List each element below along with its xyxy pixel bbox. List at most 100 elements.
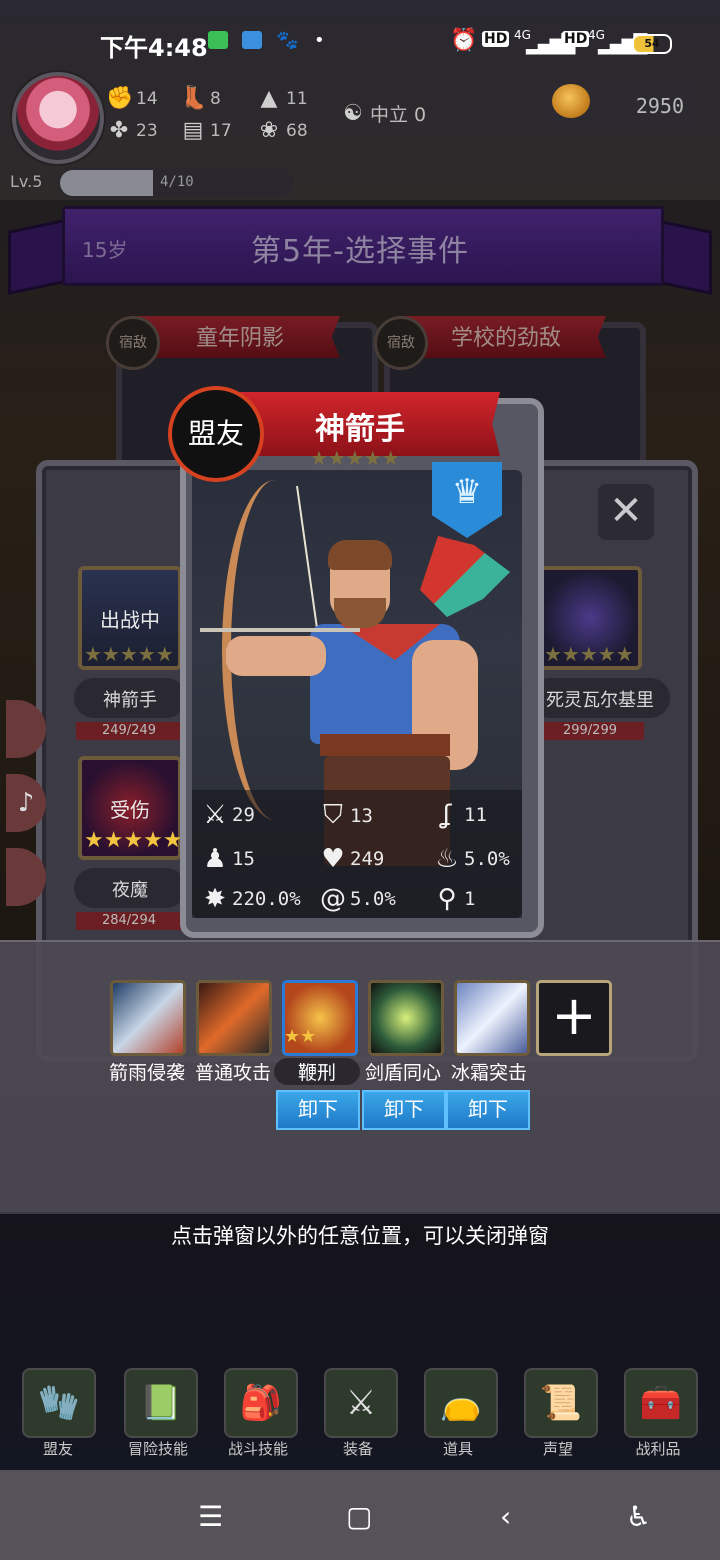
nav-allies[interactable]: 🧤 <box>22 1368 96 1438</box>
dot-icon: • <box>314 30 325 51</box>
unequip-button[interactable]: 卸下 <box>362 1090 446 1130</box>
add-skill-button[interactable]: + <box>536 980 612 1056</box>
backpack-icon: 🎒 <box>239 1383 283 1423</box>
gauntlet-icon: 🧤 <box>37 1383 81 1423</box>
paw-icon: 🐾 <box>276 30 299 51</box>
card-name: 神箭手 <box>315 412 405 447</box>
archer-beard-art <box>334 598 386 628</box>
nav-loot[interactable]: 🧰 <box>624 1368 698 1438</box>
stat-stealth: ♟ 15 <box>198 844 255 874</box>
stat-knowledge: ▤ 17 <box>180 118 232 143</box>
star-rating: ★★★★★ <box>84 642 174 666</box>
book-icon: ▤ <box>182 118 204 143</box>
stat-crit-damage: ✸ 220.0% <box>198 884 301 914</box>
book-icon: 📗 <box>139 1383 183 1423</box>
stat-luck: ✤ 23 <box>106 118 158 143</box>
star-rating: ★★★★★ <box>84 828 183 853</box>
roster-hp: 249/249 <box>76 722 182 740</box>
stat-health: ♥ 249 <box>316 844 384 874</box>
menu-icon[interactable]: ☰ <box>198 1500 223 1533</box>
nav-label: 声望 <box>542 1440 573 1458</box>
archer-belt-art <box>320 734 450 756</box>
archer-hair-art <box>328 540 392 570</box>
gold-amount: 2950 <box>635 94 684 118</box>
player-level: Lv.5 <box>10 172 43 191</box>
scroll-icon: 📜 <box>539 1383 583 1423</box>
heart-icon: ♥ <box>321 844 345 874</box>
home-icon[interactable]: ▢ <box>346 1500 372 1533</box>
skill-slot[interactable] <box>196 980 272 1056</box>
treasure-chest-icon: 🧰 <box>639 1383 683 1423</box>
roster-name: 死灵瓦尔基里 <box>546 690 654 711</box>
roster-hp: 299/299 <box>536 722 644 740</box>
app-notification-icon <box>242 31 262 49</box>
boot-icon: 👢 <box>180 86 208 111</box>
clover-icon: ✤ <box>109 118 129 143</box>
accessibility-icon[interactable]: ♿ <box>626 1500 651 1533</box>
status-bar: 下午4:48 🐾 • ⏰ HD 4G ▂▄▆█ HD 4G ▂▄▆█ 54 <box>0 0 720 80</box>
pouch-icon: 👝 <box>439 1383 483 1423</box>
stat-hook: ʆ 11 <box>430 800 487 830</box>
roster-name: 夜魔 <box>112 880 148 901</box>
alignment-indicator: ☯ 中立 0 <box>340 100 426 127</box>
stat-agility: 👢 8 <box>180 86 221 111</box>
xp-text: 4/10 <box>160 174 194 190</box>
skill-stars: ★★ <box>284 1026 317 1047</box>
skill-name: 普通攻击 <box>194 1062 271 1084</box>
unequip-button[interactable]: 卸下 <box>446 1090 530 1130</box>
stat-defense: ⛉ 13 <box>316 800 373 831</box>
close-icon: ✕ <box>609 488 643 534</box>
whirlwind-icon: @ <box>320 884 346 914</box>
skill-name: 剑盾同心 <box>364 1062 441 1084</box>
sword-icon: ⚔ <box>203 800 227 830</box>
close-button[interactable]: ✕ <box>598 484 654 540</box>
skill-slot[interactable] <box>368 980 444 1056</box>
skill-slot[interactable] <box>110 980 186 1056</box>
stat-crit-chance: ♨ 5.0% <box>430 844 509 874</box>
stat-magic: ▲ 11 <box>256 86 308 111</box>
battery-icon: 54 <box>632 34 672 54</box>
nav-combat-skills[interactable]: 🎒 <box>224 1368 298 1438</box>
stat-speed: ⚲ 1 <box>430 884 475 914</box>
nav-label: 战斗技能 <box>227 1440 288 1458</box>
stat-dodge: @5.0% <box>316 884 396 914</box>
nav-adventure-skills[interactable]: 📗 <box>124 1368 198 1438</box>
stat-spirit: ❀ 68 <box>256 118 308 143</box>
skill-slot[interactable] <box>454 980 530 1056</box>
injured-label: 受伤 <box>110 798 150 822</box>
skill-name: 鞭刑 <box>274 1058 360 1085</box>
player-avatar[interactable] <box>12 72 104 164</box>
back-icon[interactable]: ‹ <box>500 1500 511 1533</box>
wizard-hat-icon: ▲ <box>260 86 278 111</box>
roster-hp: 284/294 <box>76 912 182 930</box>
burst-icon: ✸ <box>204 884 226 914</box>
stat-strength: ✊ 14 <box>106 86 158 111</box>
yin-yang-icon: ☯ <box>343 101 363 126</box>
arrow-art <box>200 628 360 632</box>
lotus-icon: ❀ <box>259 118 279 143</box>
app-notification-icon <box>208 31 228 49</box>
gold-coin-icon <box>552 84 590 118</box>
crown-icon: ♛ <box>451 472 483 512</box>
close-hint: 点击弹窗以外的任意位置，可以关闭弹窗 <box>171 1224 549 1248</box>
archer-arm-art <box>226 636 326 676</box>
nav-label: 战利品 <box>635 1440 681 1458</box>
nav-label: 盟友 <box>42 1440 73 1458</box>
xp-bar-fill <box>60 170 153 196</box>
card-star-rating: ★★★★★ <box>310 446 400 470</box>
nav-equipment[interactable]: ⚔ <box>324 1368 398 1438</box>
hook-icon: ʆ <box>442 800 452 830</box>
unequip-button[interactable]: 卸下 <box>276 1090 360 1130</box>
boot-icon: ⚲ <box>437 884 457 914</box>
nav-label: 装备 <box>342 1440 373 1458</box>
nav-items[interactable]: 👝 <box>424 1368 498 1438</box>
flame-icon: ♨ <box>435 844 459 874</box>
ally-badge: 盟友 <box>168 386 264 482</box>
nav-reputation[interactable]: 📜 <box>524 1368 598 1438</box>
star-rating: ★★★★★ <box>544 642 634 666</box>
skill-name: 箭雨侵袭 <box>108 1062 185 1084</box>
stat-attack: ⚔ 29 <box>198 800 255 830</box>
nav-label: 道具 <box>442 1440 473 1458</box>
clock: 下午4:48 <box>100 34 208 62</box>
hd-icon: HD <box>482 31 510 47</box>
